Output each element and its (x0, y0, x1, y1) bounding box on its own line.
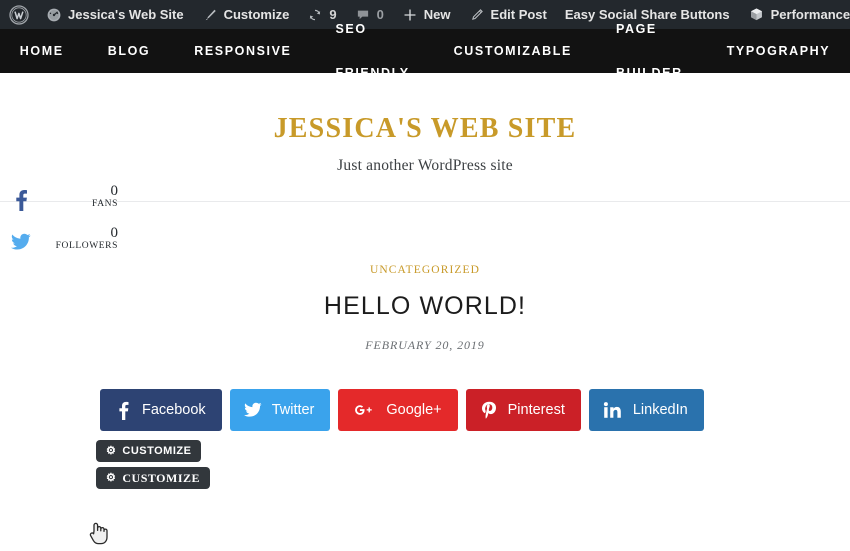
share-button-googleplus-label: Google+ (386, 401, 442, 418)
share-button-linkedin-label: LinkedIn (632, 401, 688, 418)
post-title[interactable]: HELLO WORLD! (0, 292, 850, 321)
pinterest-p-icon (480, 401, 498, 420)
gear-icon: ⚙ (106, 444, 117, 457)
share-button-pinterest[interactable]: Pinterest (465, 389, 581, 431)
counter-row-twitter[interactable]: 0 FOLLOWERS (0, 225, 120, 268)
pencil-icon (469, 7, 485, 23)
social-counter-widget: 0 FANS 0 FOLLOWERS (0, 183, 120, 268)
nav-item-customizable[interactable]: CUSTOMIZABLE (432, 29, 594, 73)
social-share-buttons: Facebook Twitter Google+ Pinterest Linke… (0, 389, 850, 431)
twitter-follower-count: 0 (110, 225, 119, 241)
facebook-fan-count: 0 (110, 183, 119, 199)
adminbar-customize-label: Customize (223, 7, 290, 22)
post-article: UNCATEGORIZED HELLO WORLD! FEBRUARY 20, … (0, 202, 850, 353)
share-button-twitter-label: Twitter (271, 401, 315, 418)
share-button-pinterest-label: Pinterest (507, 401, 565, 418)
twitter-bird-icon (243, 402, 262, 418)
nav-item-typography[interactable]: TYPOGRAPHY (705, 29, 850, 73)
adminbar-edit-post-label: Edit Post (490, 7, 547, 22)
dashboard-icon (46, 7, 62, 23)
facebook-fan-label: FANS (92, 198, 118, 209)
paintbrush-icon (202, 7, 218, 23)
nav-item-blog[interactable]: BLOG (86, 29, 173, 73)
facebook-f-icon[interactable] (10, 188, 32, 212)
content-area: 0 FANS 0 FOLLOWERS UNCATEGORIZED HELLO W… (0, 183, 850, 545)
cube-icon (748, 6, 765, 23)
twitter-follower-label: FOLLOWERS (55, 240, 118, 251)
gear-icon: ⚙ (106, 471, 117, 484)
adminbar-item-customize[interactable]: Customize (193, 0, 299, 29)
post-date: FEBRUARY 20, 2019 (365, 338, 485, 352)
customize-button-secondary-label: CUSTOMIZE (122, 470, 201, 485)
share-button-facebook-label: Facebook (142, 401, 206, 418)
site-tagline: Just another WordPress site (337, 157, 513, 174)
customize-button-group: ⚙ CUSTOMIZE ⚙ CUSTOMIZE (0, 440, 850, 494)
primary-navigation: HOME BLOG RESPONSIVE SEO FRIENDLY CUSTOM… (0, 22, 850, 80)
pointer-hand-cursor (88, 520, 110, 546)
nav-item-seo-friendly[interactable]: SEO FRIENDLY (314, 7, 432, 95)
counter-meta-facebook[interactable]: 0 FANS (92, 183, 119, 210)
nav-item-page-builder[interactable]: PAGE BUILDER (594, 7, 705, 95)
post-category[interactable]: UNCATEGORIZED (0, 264, 850, 276)
adminbar-performance-label: Performance (770, 7, 850, 22)
customize-button-primary[interactable]: ⚙ CUSTOMIZE (96, 440, 202, 462)
wordpress-icon (9, 4, 29, 25)
share-button-facebook[interactable]: Facebook (100, 389, 222, 431)
share-button-twitter[interactable]: Twitter (229, 389, 331, 431)
counter-meta-twitter[interactable]: 0 FOLLOWERS (55, 225, 119, 252)
share-button-linkedin[interactable]: LinkedIn (588, 389, 704, 431)
adminbar-item-performance[interactable]: Performance (739, 0, 850, 29)
site-title[interactable]: JESSICA'S WEB SITE (0, 113, 850, 145)
google-plus-icon (352, 402, 376, 418)
adminbar-item-wp-logo[interactable] (0, 0, 37, 29)
nav-item-home[interactable]: HOME (0, 29, 86, 73)
nav-item-responsive[interactable]: RESPONSIVE (172, 29, 313, 73)
twitter-bird-icon[interactable] (10, 230, 32, 254)
share-button-googleplus[interactable]: Google+ (338, 389, 458, 431)
linkedin-in-icon (603, 401, 623, 419)
customize-button-primary-label: CUSTOMIZE (122, 445, 192, 457)
facebook-f-icon (114, 401, 132, 420)
customize-button-secondary[interactable]: ⚙ CUSTOMIZE (96, 467, 211, 489)
adminbar-site-name-label: Jessica's Web Site (68, 7, 184, 22)
adminbar-item-site-name[interactable]: Jessica's Web Site (37, 0, 193, 29)
counter-row-facebook[interactable]: 0 FANS (0, 183, 120, 226)
adminbar-item-edit-post[interactable]: Edit Post (460, 0, 556, 29)
